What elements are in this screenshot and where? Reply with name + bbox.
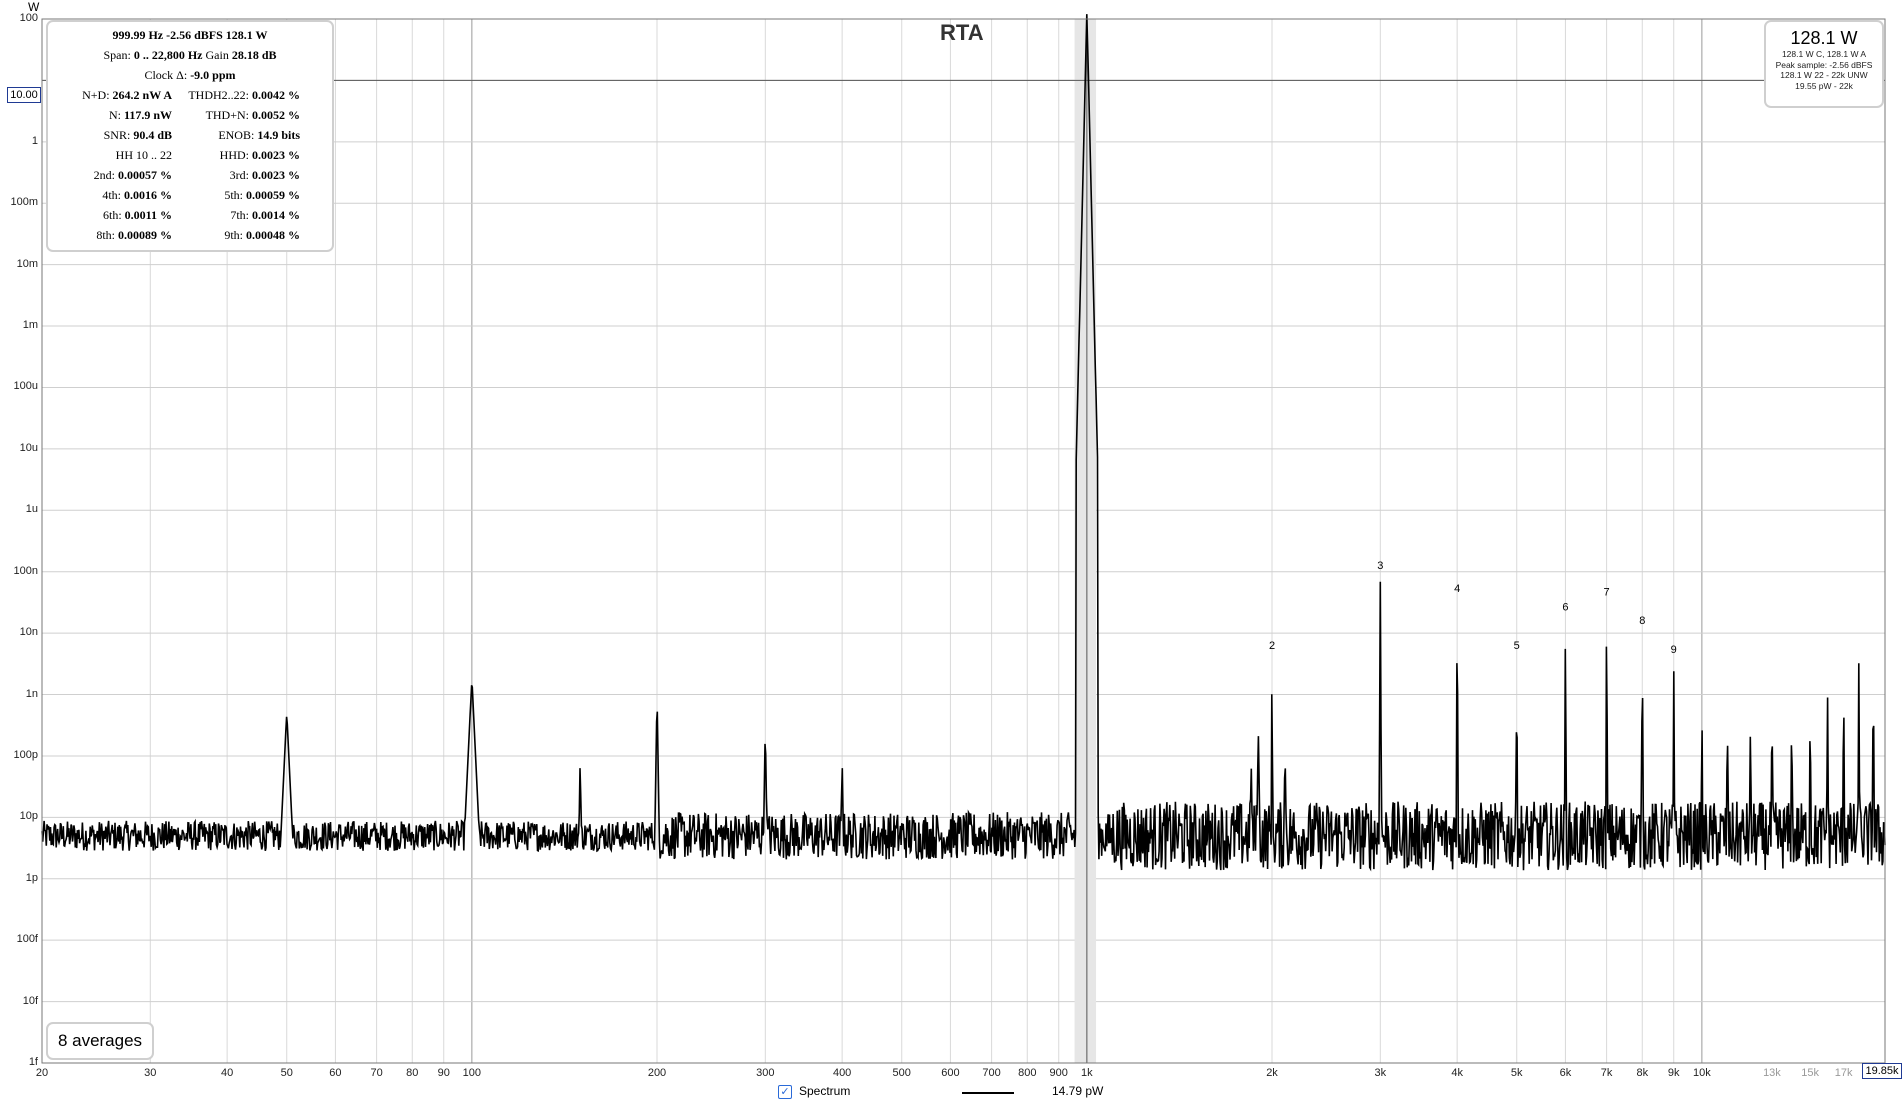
legend-spectrum-label: Spectrum xyxy=(799,1084,851,1098)
y-tick-label: 100p xyxy=(13,748,38,761)
x-tick-label: 9k xyxy=(1667,1067,1680,1079)
x-tick-label: 40 xyxy=(221,1067,234,1079)
x-tick-label: 5k xyxy=(1510,1067,1523,1079)
y-tick-label: 10n xyxy=(19,626,38,639)
x-tick-label: 70 xyxy=(370,1067,383,1079)
stat-left: SNR: 90.4 dB xyxy=(103,128,172,142)
y-tick-label: 1n xyxy=(25,687,38,700)
y-tick-label: 10f xyxy=(22,994,38,1007)
fundamental-band xyxy=(1074,19,1097,1063)
stat-left: N: 117.9 nW xyxy=(108,108,172,122)
x-tick-label: 400 xyxy=(832,1067,852,1079)
harmonic-label: 3 xyxy=(1377,560,1383,572)
x-tick-label: 90 xyxy=(437,1067,450,1079)
y-tick-label: 1u xyxy=(25,503,38,516)
spectrum-checkbox[interactable]: ✓ xyxy=(778,1085,792,1099)
y-tick-label: 100u xyxy=(13,380,38,393)
stat-right: 5th: 0.00059 % xyxy=(224,188,300,202)
x-tick-label: 3k xyxy=(1374,1067,1387,1079)
stat-right: 7th: 0.0014 % xyxy=(230,208,300,222)
chart-title: RTA xyxy=(940,20,984,45)
level-sub-2: Peak sample: -2.56 dBFS xyxy=(1775,59,1873,70)
x-tick-label: 600 xyxy=(941,1067,960,1079)
level-main-value: 128.1 W xyxy=(1790,28,1858,48)
x-tick-label: 800 xyxy=(1018,1067,1037,1079)
measurement-panel[interactable]: 999.99 Hz -2.56 dBFS 128.1 W Span: 0 .. … xyxy=(46,20,334,252)
harmonic-label: 9 xyxy=(1671,644,1677,656)
fundamental-readout: 999.99 Hz -2.56 dBFS 128.1 W xyxy=(112,28,268,42)
stat-left: 4th: 0.0016 % xyxy=(102,188,172,202)
stat-left: 8th: 0.00089 % xyxy=(96,228,172,242)
x-tick-label: 2k xyxy=(1266,1067,1278,1079)
y-tick-label: 10m xyxy=(16,257,38,270)
legend-spectrum-value: 14.79 pW xyxy=(1052,1084,1104,1098)
legend-line-swatch xyxy=(962,1092,1014,1094)
stat-right: ENOB: 14.9 bits xyxy=(218,128,300,142)
y-tick-label: 1m xyxy=(22,319,38,332)
stat-left: 2nd: 0.00057 % xyxy=(93,168,172,182)
x-tick-label: 15k xyxy=(1801,1067,1820,1079)
x-tick-label: 6k xyxy=(1559,1067,1572,1079)
y-cursor-readout[interactable]: 10.00 xyxy=(7,87,41,103)
y-tick-label: 1f xyxy=(28,1056,38,1068)
level-meter[interactable]: 128.1 W 128.1 W C, 128.1 W A Peak sample… xyxy=(1764,20,1884,108)
stat-right: HHD: 0.0023 % xyxy=(219,148,300,162)
stat-left: N+D: 264.2 nW A xyxy=(82,88,172,102)
x-tick-label: 13k xyxy=(1763,1067,1781,1079)
clock-readout: Clock Δ: -9.0 ppm xyxy=(144,68,236,82)
x-tick-label: 200 xyxy=(647,1067,667,1079)
x-tick-label: 900 xyxy=(1049,1067,1068,1079)
x-tick-label: 30 xyxy=(144,1067,157,1079)
x-tick-label: 60 xyxy=(329,1067,342,1079)
x-tick-label: 20 xyxy=(35,1067,49,1079)
harmonic-label: 6 xyxy=(1562,601,1568,613)
harmonic-label: 4 xyxy=(1454,583,1460,595)
averages-indicator[interactable]: 8 averages xyxy=(46,1022,154,1060)
x-tick-label: 1k xyxy=(1081,1067,1093,1079)
stat-left: 6th: 0.0011 % xyxy=(102,208,172,222)
y-tick-label: 10u xyxy=(19,441,38,454)
stat-right: THD+N: 0.0052 % xyxy=(205,108,300,122)
y-tick-label: 100n xyxy=(13,564,38,577)
stat-right: 3rd: 0.0023 % xyxy=(229,168,300,182)
harmonic-label: 7 xyxy=(1604,587,1610,599)
level-sub-3: 128.1 W 22 - 22k UNW xyxy=(1780,70,1868,80)
level-sub-1: 128.1 W C, 128.1 W A xyxy=(1781,49,1867,59)
x-tick-label: 700 xyxy=(982,1067,1001,1079)
x-tick-label: 7k xyxy=(1600,1067,1613,1079)
level-sub-4: 19.55 pW - 22k xyxy=(1795,80,1853,91)
x-tick-label: 300 xyxy=(756,1067,775,1079)
y-tick-label: 100m xyxy=(10,196,38,209)
x-tick-label: 80 xyxy=(406,1067,419,1079)
y-tick-label: 100f xyxy=(16,933,38,946)
y-tick-label: 10p xyxy=(19,810,38,823)
x-tick-label: 50 xyxy=(280,1067,293,1079)
harmonic-label: 8 xyxy=(1639,615,1645,627)
x-tick-label: 8k xyxy=(1636,1067,1649,1079)
x-cursor-readout[interactable]: 19.85k xyxy=(1862,1063,1902,1079)
x-tick-label: 4k xyxy=(1451,1067,1463,1079)
x-tick-label: 500 xyxy=(892,1067,911,1079)
x-tick-label: 17k xyxy=(1834,1067,1853,1079)
stat-right: THDH2..22: 0.0042 % xyxy=(188,88,300,102)
y-tick-label: 100 xyxy=(19,12,38,24)
x-tick-label: 10k xyxy=(1693,1067,1711,1079)
harmonic-label: 5 xyxy=(1514,640,1520,652)
span-readout: Span: 0 .. 22,800 Hz Gain 28.18 dB xyxy=(103,48,277,62)
y-tick-label: 1p xyxy=(25,871,38,884)
x-tick-label: 100 xyxy=(462,1067,482,1079)
y-tick-label: 1 xyxy=(31,134,38,147)
harmonic-label: 2 xyxy=(1269,640,1275,652)
stat-left: HH 10 .. 22 xyxy=(115,148,172,162)
stat-right: 9th: 0.00048 % xyxy=(224,228,300,242)
